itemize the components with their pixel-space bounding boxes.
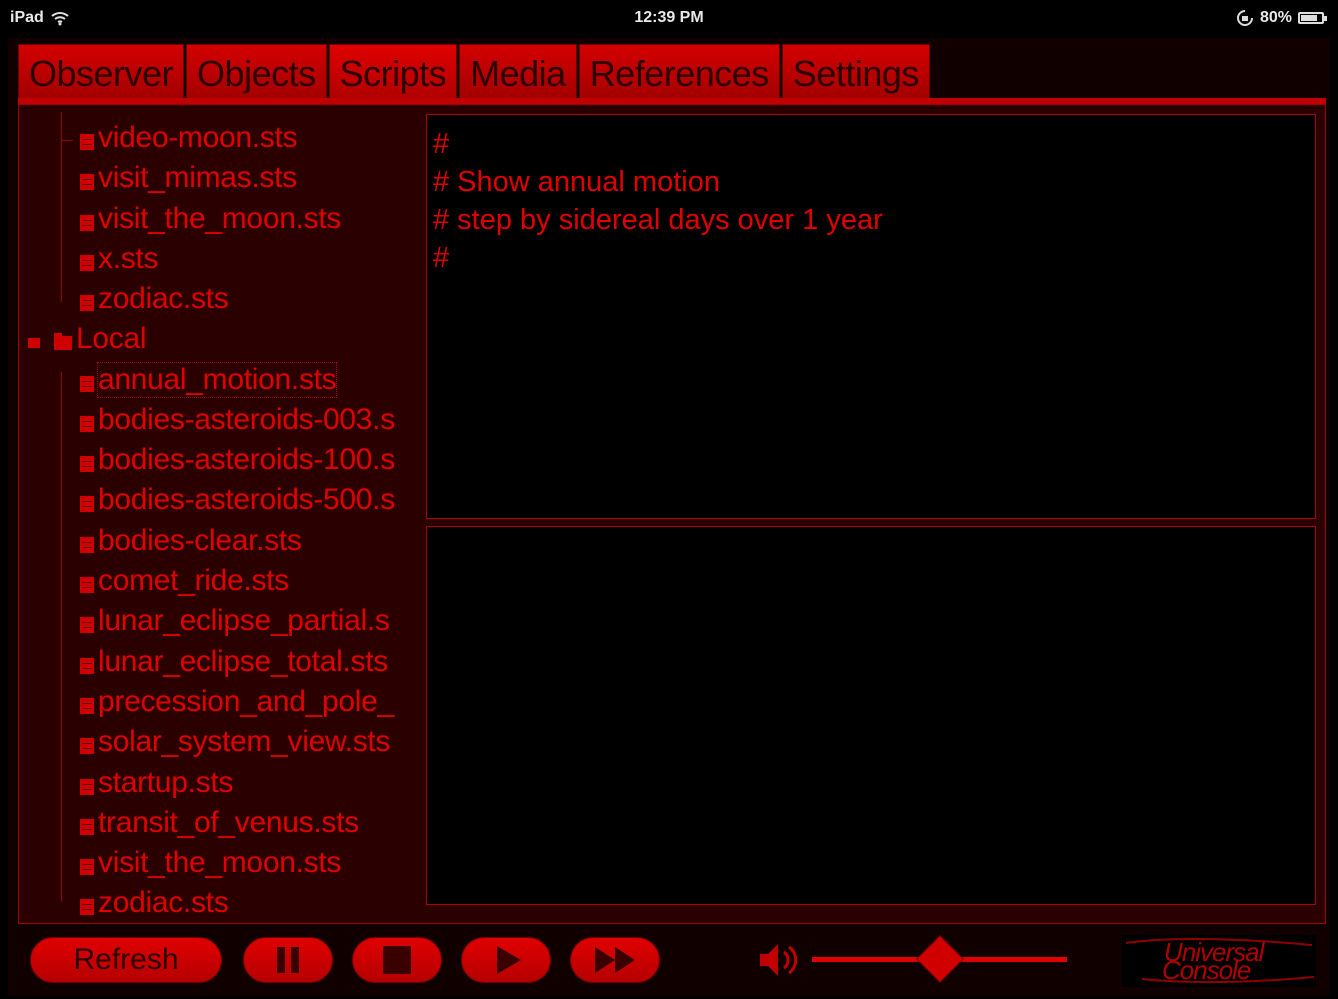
tree-item[interactable]: lunar_eclipse_total.sts (58, 642, 388, 682)
tree-item-label: transit_of_venus.sts (98, 806, 359, 839)
script-file-icon (80, 134, 94, 150)
script-source-view[interactable]: # # Show annual motion # step by siderea… (426, 114, 1316, 519)
tab-settings[interactable]: Settings (781, 44, 930, 98)
tree-item[interactable]: solar_system_view.sts (58, 722, 390, 762)
collapse-icon[interactable] (28, 338, 40, 348)
tree-item[interactable]: annual_motion.sts (58, 360, 338, 400)
play-icon (497, 946, 521, 974)
tree-item-label: bodies-clear.sts (98, 524, 302, 557)
tree-item-label: lunar_eclipse_partial.s (98, 604, 390, 637)
tree-item[interactable]: comet_ride.sts (58, 561, 289, 601)
tree-item-label: visit_the_moon.sts (98, 202, 342, 235)
pause-button[interactable] (243, 937, 333, 983)
tab-references[interactable]: References (578, 44, 780, 98)
battery-fill (1301, 15, 1317, 21)
script-file-icon (80, 537, 94, 553)
universal-console-logo: Universal Console (1122, 935, 1316, 987)
tree-item[interactable]: x.sts (58, 239, 158, 279)
script-file-icon (80, 577, 94, 593)
tree-item[interactable]: visit_the_moon.sts (58, 199, 341, 239)
tree-item[interactable]: transit_of_venus.sts (58, 803, 359, 843)
script-file-icon (80, 738, 94, 754)
tree-item[interactable]: bodies-asteroids-500.s (58, 480, 395, 520)
tab-scripts[interactable]: Scripts (328, 44, 458, 98)
battery-percent: 80% (1259, 9, 1292, 26)
script-line: # (433, 242, 450, 274)
tree-folder-local[interactable]: Local (28, 319, 147, 359)
status-bar: iPad 12:39 PM 80% (0, 0, 1338, 38)
script-output-view[interactable] (426, 526, 1316, 905)
play-button[interactable] (461, 937, 551, 983)
tree-item[interactable]: startup.sts (58, 763, 233, 803)
stop-icon (383, 946, 411, 974)
tree-item-label: zodiac.sts (98, 282, 229, 315)
script-file-icon (80, 819, 94, 835)
script-file-icon (80, 174, 94, 190)
tree-item[interactable]: bodies-asteroids-100.s (58, 440, 395, 480)
script-file-icon (80, 617, 94, 633)
status-time: 12:39 PM (634, 9, 704, 26)
tree-item-label: startup.sts (98, 766, 234, 799)
tree-item-label: bodies-asteroids-100.s (98, 443, 395, 476)
tree-item-label: x.sts (98, 242, 159, 275)
fast-forward-icon (595, 947, 635, 973)
tree-item-label: zodiac.sts (98, 886, 229, 919)
script-line: # (433, 128, 450, 160)
tree-item-label: bodies-asteroids-003.s (98, 403, 395, 436)
tree-item-label: precession_and_pole_ (98, 685, 394, 718)
script-file-icon (80, 658, 94, 674)
tab-observer[interactable]: Observer (18, 44, 185, 98)
script-file-icon (80, 376, 94, 392)
stop-button[interactable] (352, 937, 442, 983)
tree-item-label: video-moon.sts (98, 121, 298, 154)
tree-folder-label: Local (76, 322, 147, 355)
script-tree[interactable]: video-moon.sts visit_mimas.sts visit_the… (24, 112, 419, 920)
pause-icon (274, 947, 302, 973)
script-file-icon (80, 899, 94, 915)
tree-item[interactable]: bodies-clear.sts (58, 521, 302, 561)
tree-item[interactable]: video-moon.sts (58, 118, 298, 158)
script-file-icon (80, 496, 94, 512)
tree-item-label: bodies-asteroids-500.s (98, 483, 395, 516)
script-file-icon (80, 779, 94, 795)
script-line: # Show annual motion (433, 166, 720, 198)
tab-media[interactable]: Media (459, 44, 577, 98)
tree-item-label: lunar_eclipse_total.sts (98, 645, 388, 678)
tree-item-label: visit_the_moon.sts (98, 846, 342, 879)
volume-icon (760, 944, 798, 976)
tree-item-label-selected: annual_motion.sts (96, 362, 338, 398)
script-file-icon (80, 859, 94, 875)
script-file-icon (80, 215, 94, 231)
tree-item[interactable]: visit_the_moon.sts (58, 843, 341, 883)
tree-branch-line (61, 140, 73, 141)
tab-objects[interactable]: Objects (186, 44, 327, 98)
status-right: 80% (1236, 9, 1327, 27)
battery-icon (1298, 12, 1327, 24)
rotation-lock-icon (1236, 10, 1253, 26)
script-file-icon (80, 416, 94, 432)
refresh-button[interactable]: Refresh (30, 937, 222, 983)
tab-bar: Observer Objects Scripts Media Reference… (18, 44, 932, 98)
logo-text-line2: Console (1162, 955, 1251, 985)
folder-icon (54, 333, 72, 350)
tree-item[interactable]: precession_and_pole_ (58, 682, 394, 722)
tree-item[interactable]: zodiac.sts (58, 883, 229, 920)
tree-item-label: solar_system_view.sts (98, 725, 391, 758)
tree-item[interactable]: visit_mimas.sts (58, 158, 297, 198)
tree-item[interactable]: zodiac.sts (58, 279, 229, 319)
tree-item-label: comet_ride.sts (98, 564, 289, 597)
script-file-icon (80, 698, 94, 714)
script-file-icon (80, 295, 94, 311)
script-line: # step by sidereal days over 1 year (433, 204, 883, 236)
fast-forward-button[interactable] (570, 937, 660, 983)
script-file-icon (80, 456, 94, 472)
script-file-icon (80, 255, 94, 271)
tree-item-label: visit_mimas.sts (98, 161, 297, 194)
tree-item[interactable]: bodies-asteroids-003.s (58, 400, 395, 440)
tree-item[interactable]: lunar_eclipse_partial.s (58, 601, 390, 641)
